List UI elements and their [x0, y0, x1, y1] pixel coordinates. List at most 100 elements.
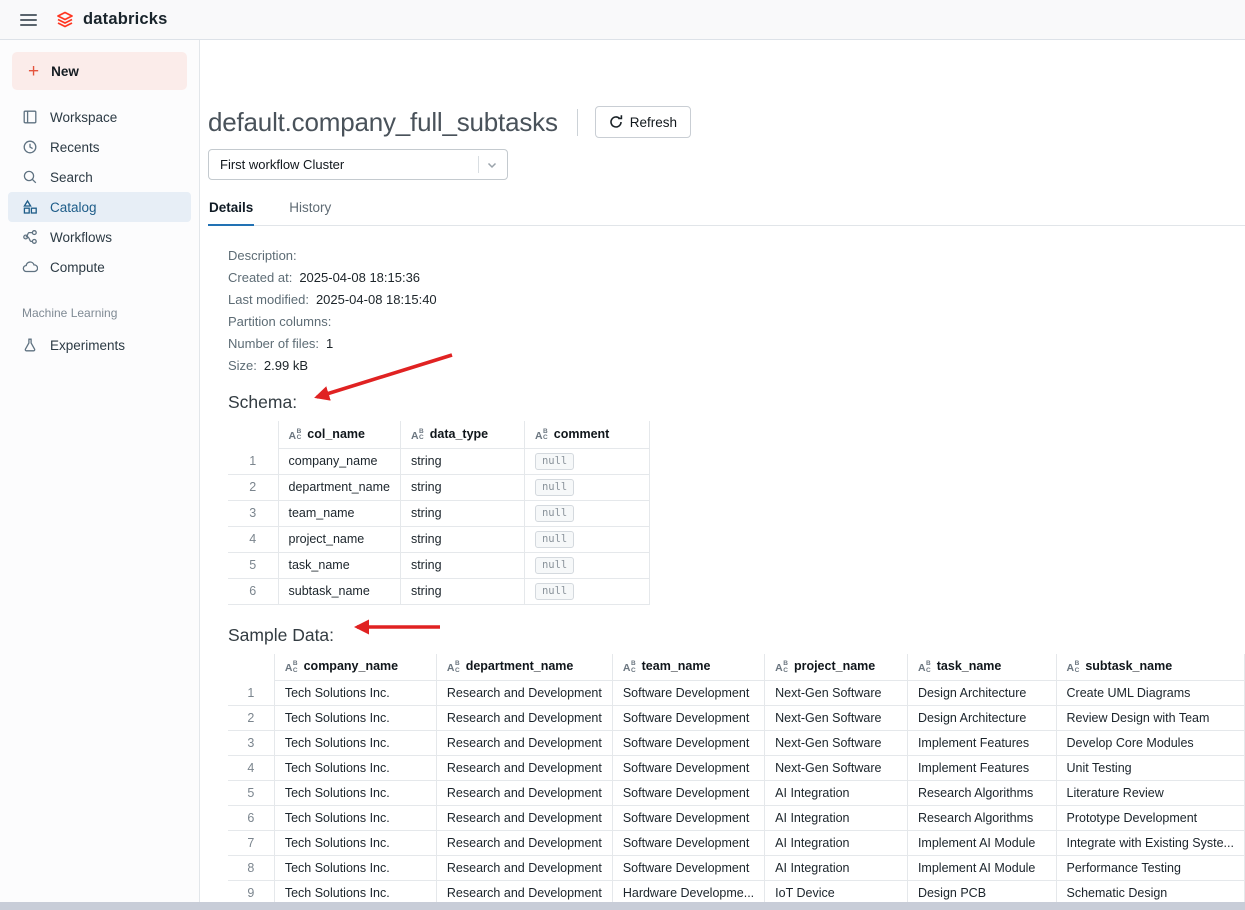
title-divider — [577, 109, 578, 136]
databricks-logo[interactable]: databricks — [55, 10, 168, 30]
cell-project-name: AI Integration — [765, 806, 908, 831]
horizontal-scrollbar[interactable] — [0, 902, 1245, 910]
cell-department-name: Research and Development — [436, 731, 612, 756]
sidebar: + New Workspace Recents Search Catalo — [0, 40, 200, 910]
cell-subtask-name: Develop Core Modules — [1056, 731, 1244, 756]
sidebar-item-label: Workflows — [50, 230, 112, 245]
cell-company-name: Tech Solutions Inc. — [274, 806, 436, 831]
cell-col-name: team_name — [278, 500, 400, 526]
null-badge: null — [535, 453, 574, 470]
detail-value: 2.99 kB — [264, 358, 308, 373]
detail-value: 2025-04-08 18:15:40 — [316, 292, 437, 307]
row-number: 8 — [228, 856, 274, 881]
sidebar-item-experiments[interactable]: Experiments — [8, 330, 191, 360]
row-number: 4 — [228, 756, 274, 781]
column-header[interactable]: ABCcomment — [524, 421, 649, 448]
column-header[interactable]: ABCproject_name — [765, 654, 908, 681]
column-header[interactable]: ABCdepartment_name — [436, 654, 612, 681]
string-type-icon: ABC — [285, 661, 298, 674]
table-row: 6 Tech Solutions Inc. Research and Devel… — [228, 806, 1245, 831]
sidebar-item-label: Search — [50, 170, 93, 185]
row-number: 4 — [228, 526, 278, 552]
detail-label: Created at: — [228, 270, 292, 285]
cell-team-name: Software Development — [612, 806, 764, 831]
new-button[interactable]: + New — [12, 52, 187, 90]
cell-task-name: Design Architecture — [907, 706, 1056, 731]
sidebar-item-label: Recents — [50, 140, 100, 155]
chevron-down-icon — [486, 159, 498, 171]
row-number: 3 — [228, 731, 274, 756]
sidebar-item-label: Experiments — [50, 338, 125, 353]
detail-row: Size: 2.99 kB — [228, 355, 1245, 377]
column-header[interactable]: ABCtask_name — [907, 654, 1056, 681]
tab-details[interactable]: Details — [208, 194, 254, 226]
tab-history[interactable]: History — [288, 194, 332, 226]
column-header[interactable]: ABCcol_name — [278, 421, 400, 448]
databricks-logo-icon — [55, 10, 75, 30]
cell-subtask-name: Review Design with Team — [1056, 706, 1244, 731]
null-badge: null — [535, 531, 574, 548]
cell-data-type: string — [400, 474, 524, 500]
detail-row: Description: — [228, 245, 1245, 267]
main-content: default.company_full_subtasks Refresh Fi… — [200, 40, 1245, 910]
table-row: 1 Tech Solutions Inc. Research and Devel… — [228, 681, 1245, 706]
string-type-icon: ABC — [447, 661, 460, 674]
sidebar-item-workflows[interactable]: Workflows — [8, 222, 191, 252]
string-type-icon: ABC — [411, 429, 424, 442]
cell-data-type: string — [400, 526, 524, 552]
cell-task-name: Implement Features — [907, 731, 1056, 756]
cell-task-name: Research Algorithms — [907, 806, 1056, 831]
cell-team-name: Software Development — [612, 706, 764, 731]
cell-company-name: Tech Solutions Inc. — [274, 681, 436, 706]
catalog-icon — [22, 199, 38, 215]
cell-task-name: Research Algorithms — [907, 781, 1056, 806]
cell-subtask-name: Create UML Diagrams — [1056, 681, 1244, 706]
sidebar-item-workspace[interactable]: Workspace — [8, 102, 191, 132]
cell-department-name: Research and Development — [436, 756, 612, 781]
null-badge: null — [535, 557, 574, 574]
sidebar-item-search[interactable]: Search — [8, 162, 191, 192]
refresh-button[interactable]: Refresh — [595, 106, 691, 138]
cell-col-name: project_name — [278, 526, 400, 552]
table-row: 5 task_name string null — [228, 552, 649, 578]
detail-label: Size: — [228, 358, 257, 373]
table-row: 1 company_name string null — [228, 448, 649, 474]
selector-separator — [478, 156, 479, 173]
column-header[interactable]: ABCcompany_name — [274, 654, 436, 681]
cell-department-name: Research and Development — [436, 831, 612, 856]
plus-icon: + — [28, 62, 39, 81]
cell-project-name: Next-Gen Software — [765, 706, 908, 731]
column-header[interactable]: ABCteam_name — [612, 654, 764, 681]
cell-subtask-name: Prototype Development — [1056, 806, 1244, 831]
sidebar-item-compute[interactable]: Compute — [8, 252, 191, 282]
cell-col-name: company_name — [278, 448, 400, 474]
cell-department-name: Research and Development — [436, 706, 612, 731]
string-type-icon: ABC — [623, 661, 636, 674]
table-row: 6 subtask_name string null — [228, 578, 649, 604]
clock-icon — [22, 139, 38, 155]
cell-task-name: Implement Features — [907, 756, 1056, 781]
detail-row: Partition columns: — [228, 311, 1245, 333]
tab-bar: Details History — [208, 194, 1245, 226]
null-badge: null — [535, 505, 574, 522]
sidebar-item-recents[interactable]: Recents — [8, 132, 191, 162]
table-row: 3 team_name string null — [228, 500, 649, 526]
sidebar-item-label: Catalog — [50, 200, 97, 215]
hamburger-menu-icon[interactable] — [20, 14, 37, 26]
sidebar-item-catalog[interactable]: Catalog — [8, 192, 191, 222]
column-header[interactable]: ABCdata_type — [400, 421, 524, 448]
cell-department-name: Research and Development — [436, 856, 612, 881]
cell-task-name: Implement AI Module — [907, 831, 1056, 856]
string-type-icon: ABC — [1067, 661, 1080, 674]
cell-comment: null — [524, 552, 649, 578]
sample-data-table: ABCcompany_name ABCdepartment_name ABCte… — [228, 654, 1245, 910]
table-row: 5 Tech Solutions Inc. Research and Devel… — [228, 781, 1245, 806]
column-header[interactable]: ABCsubtask_name — [1056, 654, 1244, 681]
cell-comment: null — [524, 578, 649, 604]
row-number: 6 — [228, 578, 278, 604]
cell-subtask-name: Literature Review — [1056, 781, 1244, 806]
string-type-icon: ABC — [918, 661, 931, 674]
sidebar-item-label: Workspace — [50, 110, 117, 125]
cluster-selector[interactable]: First workflow Cluster — [208, 149, 508, 180]
cell-col-name: department_name — [278, 474, 400, 500]
